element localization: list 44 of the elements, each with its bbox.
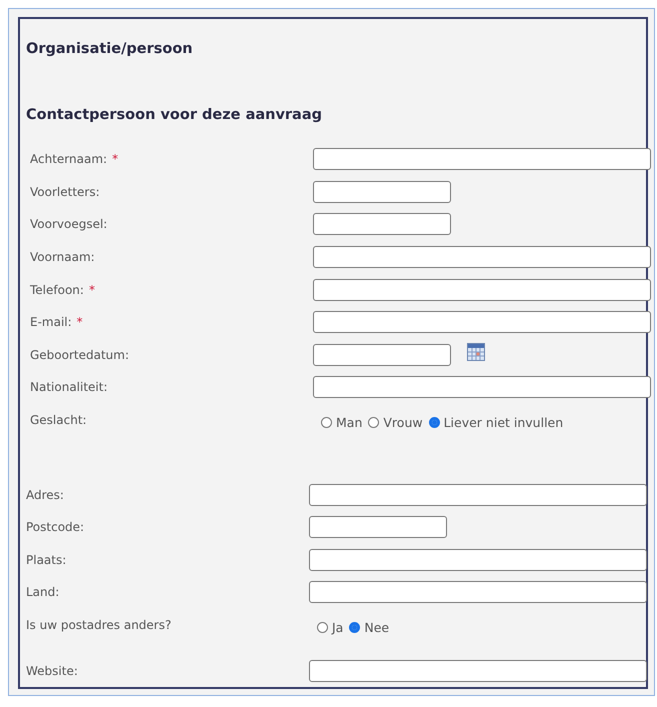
text-field[interactable]	[313, 278, 651, 301]
text-field[interactable]	[313, 246, 651, 268]
required-mark: *	[76, 315, 83, 330]
field-label: Is uw postadres anders?	[26, 618, 172, 632]
radio-label: Man	[336, 414, 362, 430]
radio-button[interactable]	[349, 622, 360, 633]
field-label: Voornaam:	[30, 250, 95, 264]
field-label: Website:	[26, 664, 78, 678]
radio-label: Ja	[332, 620, 344, 635]
field-label: Geslacht:	[30, 413, 87, 428]
radio-label: Liever niet invullen	[444, 414, 564, 430]
required-mark: *	[112, 152, 118, 166]
field-label: Land:	[26, 585, 60, 600]
text-field[interactable]	[313, 148, 651, 170]
text-field[interactable]	[313, 311, 651, 334]
radio-button[interactable]	[368, 416, 380, 428]
field-label: Postcode:	[26, 520, 84, 534]
field-label: Geboortedatum:	[30, 348, 130, 362]
text-field[interactable]	[309, 516, 447, 538]
text-field[interactable]	[309, 581, 647, 604]
field-label: Achternaam:	[30, 152, 108, 166]
section-title: Organisatie/persoon	[25, 41, 194, 59]
text-field[interactable]	[309, 660, 647, 682]
radio-button[interactable]	[317, 622, 328, 633]
required-mark: *	[88, 282, 95, 297]
text-field[interactable]	[309, 548, 647, 571]
field-label: Adres:	[26, 488, 64, 502]
text-field[interactable]	[313, 213, 451, 236]
radio-label: Vrouw	[383, 414, 423, 430]
text-field[interactable]	[313, 376, 651, 398]
radio-button[interactable]	[428, 416, 440, 428]
text-field[interactable]	[309, 484, 647, 506]
text-field[interactable]	[313, 344, 451, 366]
field-label: Plaats:	[26, 552, 66, 567]
text-field[interactable]	[313, 180, 451, 203]
calendar-icon[interactable]	[467, 342, 485, 361]
section-subtitle: Contactpersoon voor deze aanvraag	[25, 107, 324, 125]
field-label: E-mail:	[30, 315, 72, 330]
radio-button[interactable]	[321, 416, 332, 428]
field-label: Telefoon:	[30, 282, 84, 297]
field-label: Voorvoegsel:	[30, 217, 108, 232]
field-label: Nationaliteit:	[30, 380, 108, 394]
field-label: Voorletters:	[30, 184, 100, 199]
radio-label: Nee	[364, 620, 390, 635]
